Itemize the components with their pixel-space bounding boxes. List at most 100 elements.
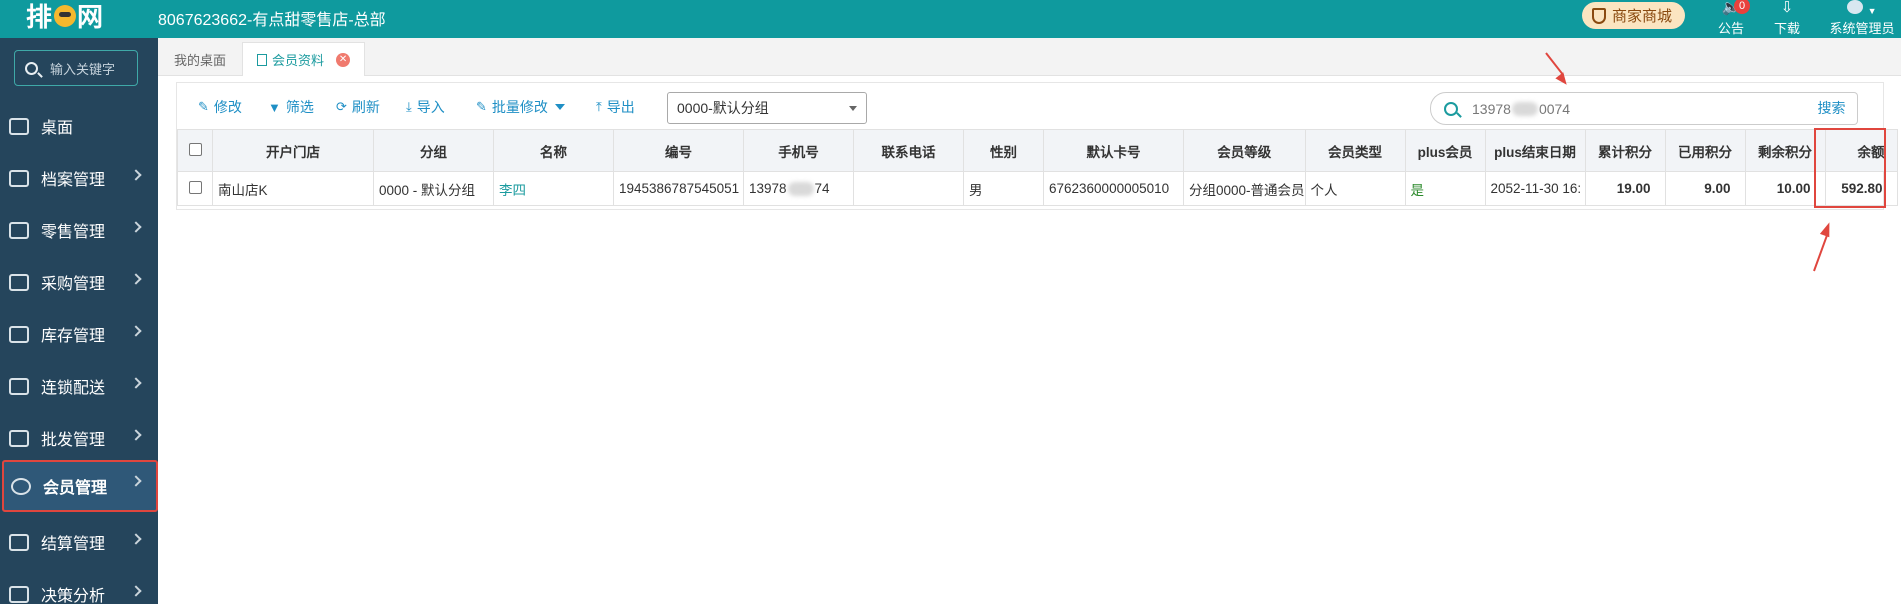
announcement-label: 公告 [1717, 21, 1744, 36]
search-icon [25, 61, 38, 75]
column-header[interactable]: 累计积分 [1584, 129, 1666, 172]
download-button[interactable]: ⇩ 下载 [1762, 0, 1812, 38]
sidebar-item-retail[interactable]: 零售管理 [0, 206, 158, 254]
sidebar-item-label: 库存管理 [41, 328, 106, 345]
filter-icon: ▼ [268, 99, 281, 115]
sidebar-item-analysis[interactable]: 决策分析 [0, 570, 158, 604]
column-header[interactable]: 已用积分 [1664, 129, 1746, 172]
sidebar-item-wholesale[interactable]: 批发管理 [0, 414, 158, 462]
column-header[interactable]: 会员类型 [1304, 129, 1406, 172]
close-icon[interactable]: ✕ [336, 52, 351, 67]
column-header[interactable]: plus会员 [1404, 129, 1486, 172]
user-name: 系统管理员 [1829, 21, 1895, 36]
chevron-right-icon [130, 273, 142, 285]
column-header[interactable]: 默认卡号 [1043, 129, 1184, 172]
cell-plus-end: 2052-11-30 16: [1484, 171, 1586, 206]
batch-edit-label: 批量修改 [491, 99, 548, 115]
cell-group: 0000 - 默认分组 [373, 171, 494, 206]
phone-head: 13978 [749, 180, 787, 196]
sidebar-item-distribution[interactable]: 连锁配送 [0, 362, 158, 410]
column-header[interactable]: 联系电话 [853, 129, 964, 172]
store-title: 8067623662-有点甜零售店-总部 [158, 12, 386, 29]
sidebar-item-label: 桌面 [41, 120, 74, 137]
cell-store: 南山店K [212, 171, 374, 206]
edit-button[interactable]: ✎ 修改 [198, 97, 242, 117]
chevron-right-icon [130, 475, 142, 487]
edit-icon: ✎ [198, 99, 209, 114]
column-header[interactable]: 开户门店 [212, 129, 374, 172]
archive-icon [9, 169, 29, 187]
sidebar-item-label: 决策分析 [41, 588, 106, 604]
chevron-right-icon [130, 429, 142, 441]
shield-icon [1592, 7, 1606, 24]
sidebar-item-purchase[interactable]: 采购管理 [0, 258, 158, 306]
select-all-checkbox[interactable] [188, 142, 202, 156]
download-icon: ⇩ [1780, 0, 1794, 16]
table-row[interactable]: 南山店K 0000 - 默认分组 李四 1945386787545051 139… [177, 171, 1898, 206]
chevron-down-icon: ▼ [1867, 6, 1877, 16]
column-header[interactable]: plus结束日期 [1484, 129, 1586, 172]
cell-card: 6762360000005010 [1043, 171, 1184, 206]
column-header[interactable]: 分组 [373, 129, 494, 172]
sidebar-item-label: 零售管理 [41, 224, 106, 241]
import-label: 导入 [416, 99, 445, 115]
cell-phone: 13978 74 [743, 171, 854, 206]
merchant-mall-button[interactable]: 商家商城 [1582, 2, 1685, 29]
sidebar-search-input[interactable]: 输入关键字 [14, 50, 138, 86]
sidebar-item-label: 采购管理 [41, 276, 106, 293]
column-header[interactable]: 编号 [613, 129, 744, 172]
refresh-label: 刷新 [351, 99, 380, 115]
row-select-cell[interactable] [177, 171, 213, 206]
caret-down-icon [554, 104, 565, 110]
sidebar-item-label: 结算管理 [41, 536, 106, 553]
sidebar-item-member[interactable]: 会员管理 [2, 460, 158, 512]
search-icon [1444, 101, 1458, 116]
export-button[interactable]: ⤒ 导出 [596, 97, 635, 117]
inventory-icon [9, 325, 29, 343]
column-header[interactable]: 名称 [493, 129, 614, 172]
row-checkbox[interactable] [188, 180, 202, 194]
tab-member-info[interactable]: 会员资料 ✕ [242, 42, 366, 76]
cell-contact [853, 171, 964, 206]
sidebar-item-inventory[interactable]: 库存管理 [0, 310, 158, 358]
announcement-button[interactable]: 🔈 0 公告 [1706, 0, 1756, 38]
group-select[interactable]: 0000-默认分组 [667, 92, 867, 124]
import-icon: ⤓ [406, 99, 412, 114]
app-logo[interactable]: 排网 [26, 0, 104, 32]
group-select-value: 0000-默认分组 [677, 100, 769, 116]
avatar-icon [1847, 0, 1864, 14]
filter-button[interactable]: ▼ 筛选 [268, 97, 314, 117]
sidebar-item-desktop[interactable]: 桌面 [0, 102, 158, 150]
column-header[interactable]: 性别 [963, 129, 1044, 172]
cell-name-link[interactable]: 李四 [493, 171, 614, 206]
sidebar-item-label: 档案管理 [41, 172, 106, 189]
batch-edit-icon: ✎ [476, 99, 487, 114]
cell-gender: 男 [963, 171, 1044, 206]
batch-edit-button[interactable]: ✎ 批量修改 [476, 97, 565, 117]
redacted-blur [1511, 101, 1538, 116]
sidebar-item-archive[interactable]: 档案管理 [0, 154, 158, 202]
member-table: 开户门店 分组 名称 编号 手机号 联系电话 性别 默认卡号 会员等级 会员类型… [177, 129, 1898, 206]
dropdown-arrow-icon [849, 106, 857, 111]
chevron-right-icon [130, 585, 142, 597]
column-header[interactable]: 手机号 [743, 129, 854, 172]
tab-label: 会员资料 [272, 53, 325, 68]
cell-level: 分组0000-普通会员 [1183, 171, 1306, 206]
cell-plus: 是 [1404, 171, 1486, 206]
truck-icon [9, 377, 29, 395]
sidebar-item-label: 批发管理 [41, 432, 106, 449]
tab-bar: 我的桌面 会员资料 ✕ [158, 38, 1901, 76]
sidebar-item-settlement[interactable]: 结算管理 [0, 518, 158, 566]
filter-label: 筛选 [285, 99, 314, 115]
refresh-button[interactable]: ⟳ 刷新 [336, 97, 380, 117]
annotation-arrow-balance [1813, 233, 1829, 272]
import-button[interactable]: ⤓ 导入 [406, 97, 445, 117]
member-search-input[interactable]: 13978 0074 [1430, 92, 1810, 125]
sidebar: 输入关键字 桌面 档案管理 零售管理 采购管理 库存管理 连锁配送 批发管理 会… [0, 38, 158, 604]
user-menu[interactable]: ▼ 系统管理员 [1824, 0, 1900, 38]
tab-my-desktop[interactable]: 我的桌面 [160, 42, 240, 76]
column-header[interactable]: 会员等级 [1183, 129, 1306, 172]
settlement-icon [9, 533, 29, 551]
search-button[interactable]: 搜索 [1806, 92, 1858, 125]
select-all-cell[interactable] [177, 129, 213, 172]
